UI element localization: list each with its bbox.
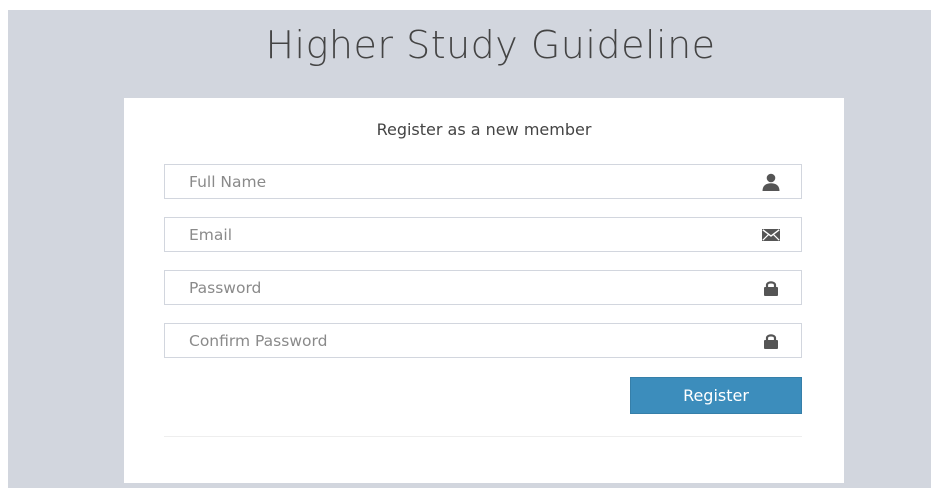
confirm-password-input[interactable] <box>165 324 745 357</box>
login-page: Higher Study Guideline Register as a new… <box>8 10 931 488</box>
register-heading: Register as a new member <box>376 120 592 139</box>
password-field <box>164 270 802 305</box>
divider <box>164 436 802 437</box>
full-name-input[interactable] <box>165 165 745 198</box>
password-input[interactable] <box>165 271 745 304</box>
register-card: Register as a new member Full Name Email… <box>124 98 844 483</box>
envelope-icon <box>762 229 780 241</box>
lock-icon <box>764 281 778 296</box>
email-input[interactable] <box>165 218 745 251</box>
email-field <box>164 217 802 252</box>
full-name-field <box>164 164 802 199</box>
user-icon <box>762 173 780 191</box>
register-button[interactable]: Register <box>630 377 802 414</box>
confirm-password-field <box>164 323 802 358</box>
lock-icon <box>764 334 778 349</box>
app-title: Higher Study Guideline <box>265 23 716 67</box>
